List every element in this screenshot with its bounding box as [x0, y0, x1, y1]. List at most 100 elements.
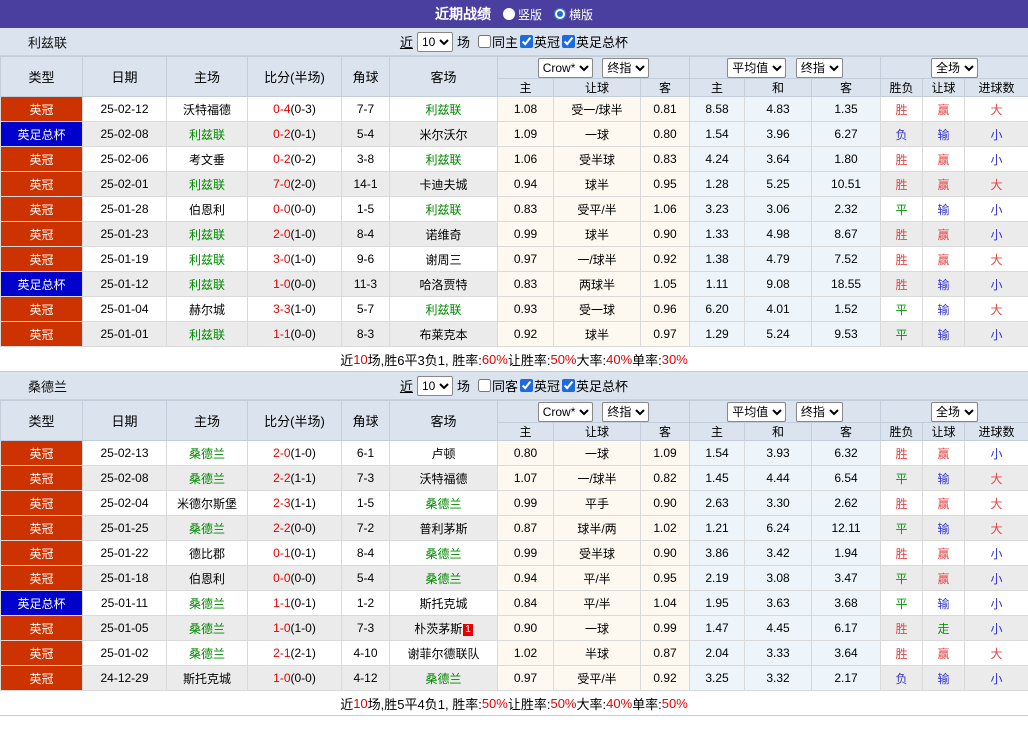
away-team: 沃特福德 [389, 465, 498, 491]
league-checkbox[interactable] [520, 379, 533, 392]
match-count-select[interactable]: 10 [416, 375, 453, 396]
filter-controls: 近 10 场 同客 英冠 英足总杯 [400, 375, 628, 396]
fulltime-select[interactable]: 全场 [931, 401, 979, 422]
avg-draw-odds: 9.08 [744, 271, 813, 297]
match-date: 25-01-02 [82, 640, 167, 666]
home-team[interactable]: 桑德兰 [166, 515, 248, 541]
sub-goals: 进球数 [964, 78, 1028, 97]
match-row: 英冠 25-01-22 德比郡 0-1(0-1) 8-4 桑德兰 0.99 受半球 0.90 3.… [0, 540, 1028, 566]
radio-vertical-label: 竖版 [517, 7, 542, 22]
away-team[interactable]: 利兹联 [389, 196, 498, 222]
result-goals: 大 [964, 465, 1028, 491]
handicap-line: 受一球 [553, 296, 641, 322]
corner-count: 4-12 [341, 665, 390, 691]
away-team[interactable]: 桑德兰 [389, 565, 498, 591]
result-goals: 大 [964, 171, 1028, 197]
odds-source-select[interactable]: Crow* [537, 401, 593, 422]
away-team[interactable]: 利兹联 [389, 146, 498, 172]
average-final-select[interactable]: 终指 [795, 401, 843, 422]
avg-away-odds: 3.68 [811, 590, 882, 616]
sub-avg-draw: 和 [744, 422, 813, 441]
near-link[interactable]: 近 [400, 376, 413, 395]
home-team[interactable]: 利兹联 [166, 321, 248, 347]
result-goals: 大 [964, 296, 1028, 322]
score: 1-1(0-1) [247, 590, 342, 616]
average-final-select[interactable]: 终指 [795, 57, 843, 78]
away-team[interactable]: 利兹联 [389, 296, 498, 322]
result-goals: 小 [964, 665, 1028, 691]
competition-badge: 英足总杯 [0, 590, 83, 616]
away-team[interactable]: 利兹联 [389, 96, 498, 122]
result-handicap: 输 [922, 321, 966, 347]
cup-checkbox[interactable] [562, 379, 576, 392]
home-team[interactable]: 利兹联 [166, 271, 248, 297]
match-row: 英冠 25-02-12 沃特福德 0-4(0-3) 7-7 利兹联 1.08 受一/球半 0.8… [0, 96, 1028, 122]
title-bar: 近期战绩 竖版 横版 [0, 0, 1028, 28]
final-odds-select[interactable]: 终指 [602, 57, 650, 78]
radio-vertical-icon[interactable] [502, 8, 515, 20]
result-handicap: 输 [922, 665, 966, 691]
same-home-checkbox[interactable] [477, 35, 491, 48]
avg-home-odds: 1.38 [689, 246, 746, 272]
odds-home: 0.99 [497, 221, 554, 247]
home-team[interactable]: 桑德兰 [166, 465, 248, 491]
away-team[interactable]: 桑德兰 [389, 665, 498, 691]
handicap-line: 平/半 [553, 565, 641, 591]
home-team[interactable]: 桑德兰 [166, 590, 248, 616]
avg-away-odds: 3.64 [811, 640, 882, 666]
handicap-line: 平/半 [553, 590, 641, 616]
avg-away-odds: 2.32 [811, 196, 882, 222]
result-winloss: 胜 [880, 490, 924, 516]
avg-home-odds: 1.45 [689, 465, 746, 491]
home-team[interactable]: 利兹联 [166, 171, 248, 197]
odds-home: 0.80 [497, 440, 554, 466]
home-team[interactable]: 利兹联 [166, 121, 248, 147]
same-away-label: 同客 [491, 379, 518, 394]
odds-away: 0.81 [639, 96, 691, 122]
avg-draw-odds: 3.93 [744, 440, 813, 466]
home-team[interactable]: 利兹联 [166, 246, 248, 272]
result-handicap: 输 [922, 196, 966, 222]
home-team[interactable]: 桑德兰 [166, 640, 248, 666]
team-name: 桑德兰 [28, 379, 68, 394]
average-select[interactable]: 平均值 [727, 401, 787, 422]
home-team[interactable]: 桑德兰 [166, 440, 248, 466]
result-handicap: 输 [922, 121, 966, 147]
home-team: 考文垂 [166, 146, 248, 172]
away-team[interactable]: 桑德兰 [389, 540, 498, 566]
league-checkbox[interactable] [520, 35, 533, 48]
league-label: 英冠 [534, 379, 561, 394]
cup-checkbox[interactable] [562, 35, 576, 48]
radio-horizontal-icon[interactable] [554, 8, 566, 20]
odds-home: 0.97 [497, 246, 554, 272]
handicap-line: 一/球半 [553, 465, 641, 491]
avg-home-odds: 2.63 [689, 490, 746, 516]
average-select[interactable]: 平均值 [727, 57, 787, 78]
fulltime-select[interactable]: 全场 [931, 57, 979, 78]
result-winloss: 胜 [880, 615, 924, 641]
avg-draw-odds: 4.01 [744, 296, 813, 322]
handicap-line: 受半球 [553, 540, 641, 566]
result-goals: 大 [964, 246, 1028, 272]
home-team[interactable]: 利兹联 [166, 221, 248, 247]
away-team[interactable]: 桑德兰 [389, 490, 498, 516]
layout-radio-vertical[interactable]: 竖版 [502, 6, 542, 23]
away-team: 米尔沃尔 [389, 121, 498, 147]
home-team[interactable]: 桑德兰 [166, 615, 248, 641]
col-score: 比分(半场) [247, 56, 342, 97]
odds-away: 0.92 [639, 665, 691, 691]
final-odds-select[interactable]: 终指 [602, 401, 650, 422]
same-away-checkbox[interactable] [477, 379, 491, 392]
corner-count: 1-5 [341, 490, 390, 516]
odds-source-select[interactable]: Crow* [537, 57, 593, 78]
competition-badge: 英冠 [0, 296, 83, 322]
match-row: 英冠 25-02-08 桑德兰 2-2(1-1) 7-3 沃特福德 1.07 一/球半 0.82… [0, 465, 1028, 491]
odds-away: 0.92 [639, 246, 691, 272]
odds-home: 0.84 [497, 590, 554, 616]
score: 0-2(0-1) [247, 121, 342, 147]
away-team: 谢菲尔德联队 [389, 640, 498, 666]
near-link[interactable]: 近 [400, 32, 413, 51]
match-date: 25-02-04 [82, 490, 167, 516]
layout-radio-horizontal[interactable]: 横版 [554, 6, 593, 23]
match-count-select[interactable]: 10 [416, 31, 453, 52]
